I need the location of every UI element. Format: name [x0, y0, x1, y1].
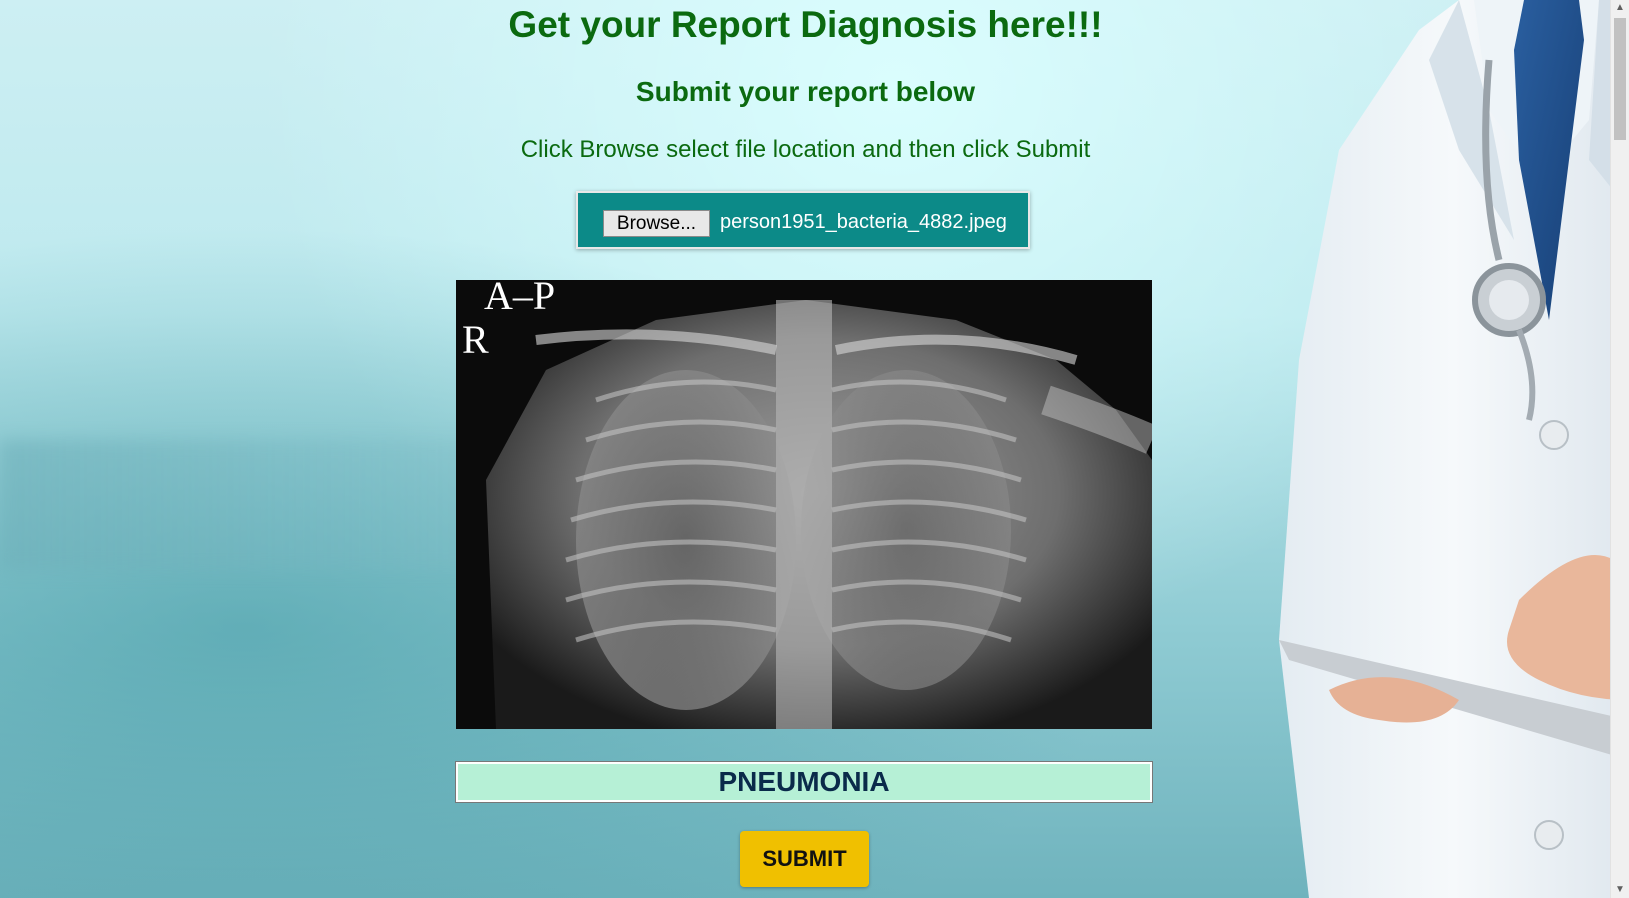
submit-button[interactable]: SUBMIT [740, 831, 869, 887]
instruction-text: Click Browse select file location and th… [520, 136, 1091, 163]
page-title: Get your Report Diagnosis here!!! [508, 4, 1103, 45]
scrollbar-thumb[interactable] [1614, 18, 1626, 140]
xray-marker-r: R [462, 317, 489, 362]
doctor-illustration [1279, 0, 1629, 898]
vertical-scrollbar[interactable]: ▲ ▼ [1610, 0, 1629, 898]
browse-button[interactable]: Browse... [603, 210, 710, 237]
file-upload-box: Browse... person1951_bacteria_4882.jpeg [576, 191, 1030, 249]
selected-file-name: person1951_bacteria_4882.jpeg [720, 211, 1007, 233]
page-subtitle: Submit your report below [635, 76, 976, 107]
scroll-down-arrow-icon[interactable]: ▼ [1611, 882, 1629, 898]
scroll-up-arrow-icon[interactable]: ▲ [1611, 0, 1629, 16]
diagnosis-result: PNEUMONIA [455, 761, 1153, 803]
xray-image [456, 280, 1152, 729]
xray-image-preview: A–P R [456, 280, 1152, 729]
xray-marker-ap: A–P [484, 280, 556, 318]
